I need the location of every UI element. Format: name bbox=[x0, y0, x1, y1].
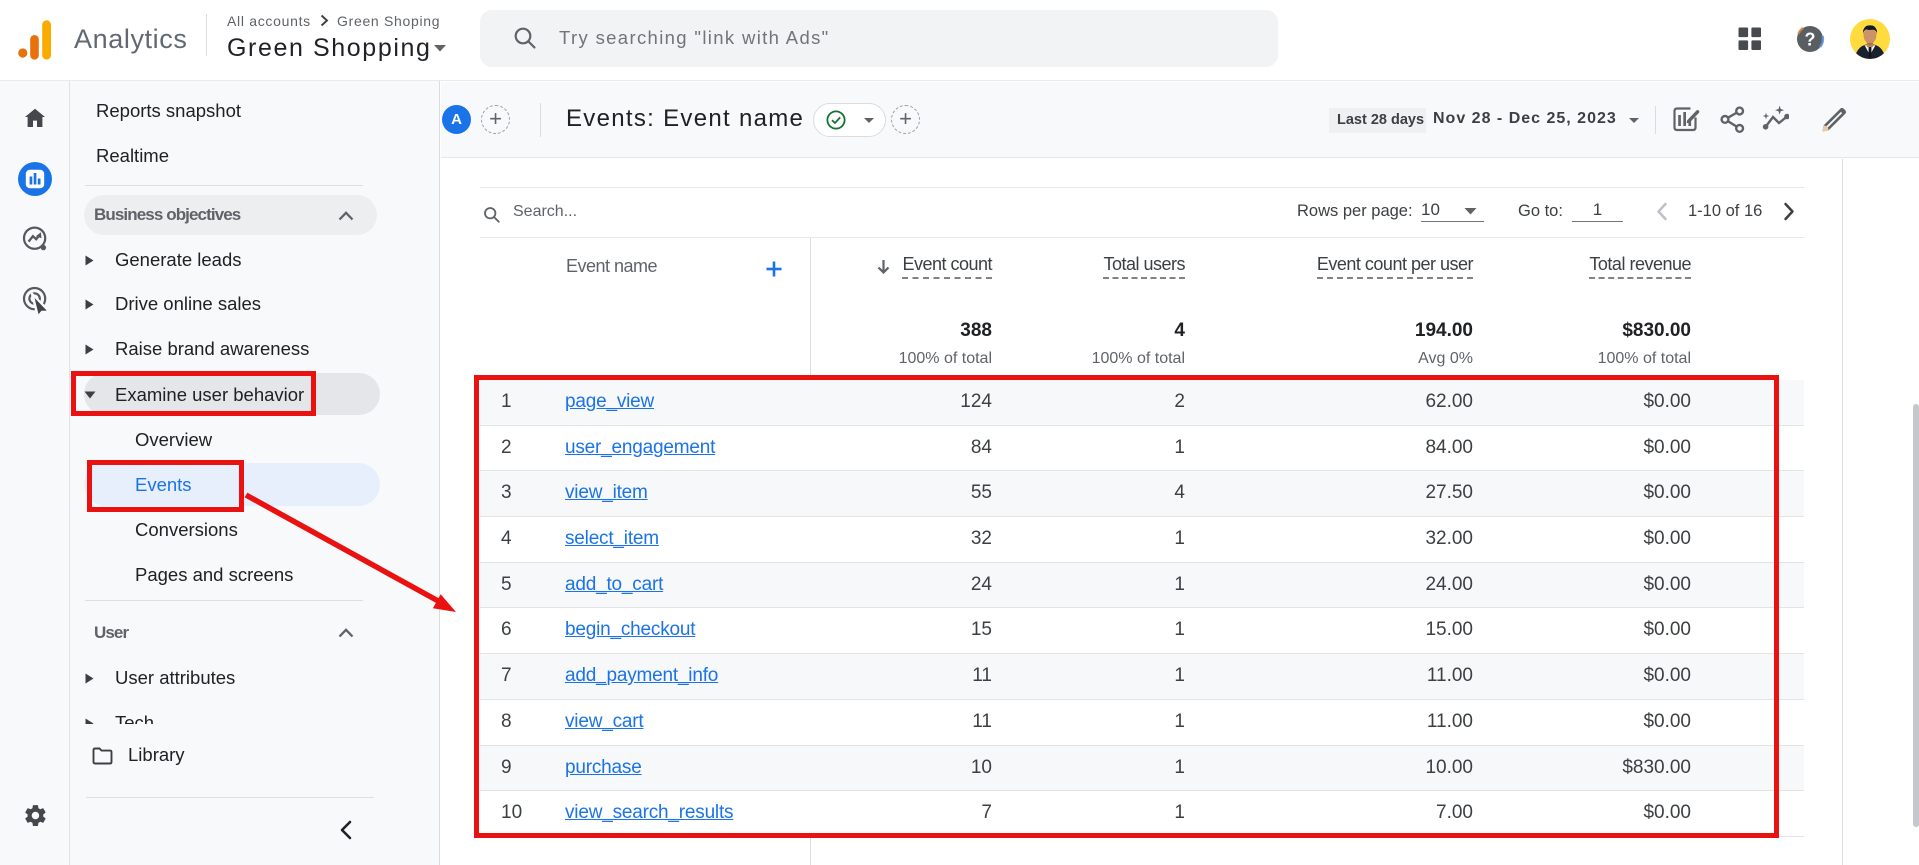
svg-text:?: ? bbox=[1805, 30, 1816, 50]
